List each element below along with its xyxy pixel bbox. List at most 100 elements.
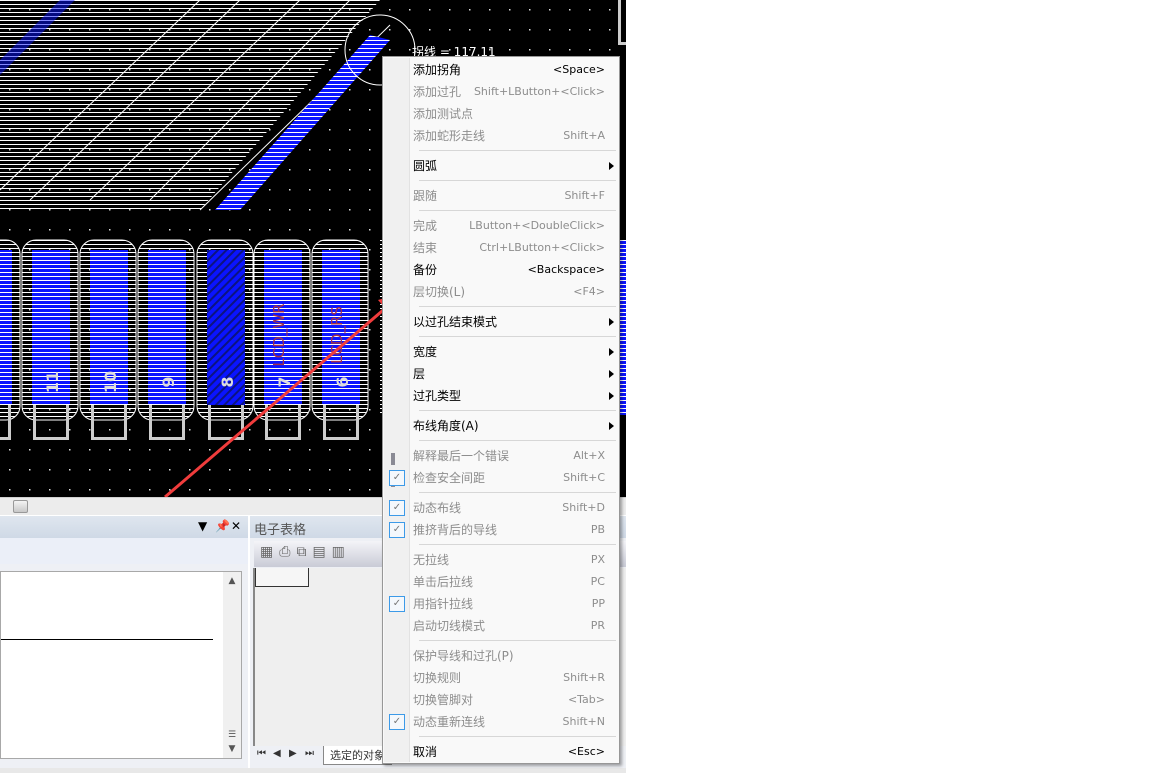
- next-sheet-icon[interactable]: ▶: [289, 748, 297, 759]
- pad-number-label: 10: [101, 371, 120, 393]
- menu-item[interactable]: ✓ 用指针拉线 PP: [383, 593, 619, 615]
- pad[interactable]: [79, 239, 137, 440]
- menu-item[interactable]: 保护导线和过孔(P): [383, 645, 619, 667]
- menu-item[interactable]: ✓ 推挤背后的导线 PB: [383, 519, 619, 541]
- menu-item-label: 推挤背后的导线: [413, 523, 498, 537]
- menu-item-shortcut: Shift+R: [563, 671, 605, 684]
- checkmark-icon: ✓: [389, 714, 405, 730]
- pad-number-label: 11: [43, 371, 62, 393]
- menu-item[interactable]: 无拉线 PX: [383, 549, 619, 571]
- menu-item[interactable]: ✓ 检查安全间距 Shift+C: [383, 467, 619, 489]
- menu-item[interactable]: 跟随 Shift+F: [383, 185, 619, 207]
- menu-item-label: 解释最后一个错误: [413, 449, 510, 463]
- menu-item-label: 添加蛇形走线: [413, 129, 486, 143]
- menu-separator: [419, 640, 616, 641]
- menu-item-label: 单击后拉线: [413, 575, 474, 589]
- menu-item[interactable]: 添加测试点: [383, 103, 619, 125]
- export-icon[interactable]: ▦: [260, 544, 279, 560]
- first-sheet-icon[interactable]: ⏮: [257, 748, 266, 759]
- close-icon[interactable]: ✕: [231, 519, 241, 533]
- menu-item[interactable]: 单击后拉线 PC: [383, 571, 619, 593]
- menu-item-shortcut: <Backspace>: [527, 263, 605, 276]
- menu-item-label: 切换规则: [413, 671, 462, 685]
- submenu-arrow-icon: [609, 422, 614, 430]
- pad[interactable]: [0, 239, 21, 440]
- pad[interactable]: [137, 239, 195, 440]
- table-icon[interactable]: ▥: [332, 544, 351, 560]
- menu-item-shortcut: Shift+C: [563, 471, 605, 484]
- grid-cell[interactable]: [255, 568, 309, 587]
- checkmark-icon: ✓: [389, 596, 405, 612]
- menu-item[interactable]: ✓ 动态布线 Shift+D: [383, 497, 619, 519]
- menu-separator: [419, 150, 616, 151]
- menu-separator: [419, 544, 616, 545]
- menu-item[interactable]: 切换管脚对 <Tab>: [383, 689, 619, 711]
- context-menu: 添加拐角 <Space> 添加过孔 Shift+LButton+<Click> 添加测试…: [382, 56, 620, 764]
- menu-item-label: 圆弧: [413, 159, 438, 173]
- menu-item[interactable]: 以过孔结束模式: [383, 311, 619, 333]
- menu-item-label: 切换管脚对: [413, 693, 474, 707]
- menu-item-label: 布线角度(A): [413, 419, 479, 433]
- prev-sheet-icon[interactable]: ◀: [273, 748, 281, 759]
- paste-icon[interactable]: ▤: [312, 544, 331, 560]
- menu-item[interactable]: ✓ 动态重新连线 Shift+N: [383, 711, 619, 733]
- menu-item-label: 宽度: [413, 345, 438, 359]
- copy-icon[interactable]: ⧉: [296, 544, 312, 560]
- menu-item-label: 取消: [413, 745, 438, 759]
- menu-item[interactable]: 结束 Ctrl+LButton+<Click>: [383, 237, 619, 259]
- menu-item[interactable]: 层切换(L) <F4>: [383, 281, 619, 303]
- menu-item-label: 动态布线: [413, 501, 462, 515]
- menu-separator: [419, 736, 616, 737]
- menu-item[interactable]: 启动切线模式 PR: [383, 615, 619, 637]
- pad-number-label: 8: [218, 376, 237, 387]
- menu-item[interactable]: 布线角度(A): [383, 415, 619, 437]
- menu-item[interactable]: 圆弧: [383, 155, 619, 177]
- divider: [1, 639, 213, 640]
- menu-separator: [419, 440, 616, 441]
- menu-item-label: 完成: [413, 219, 438, 233]
- menu-item-label: 启动切线模式: [413, 619, 486, 633]
- pin-icon[interactable]: 📌: [215, 519, 230, 533]
- dropdown-icon[interactable]: ▼: [198, 519, 207, 533]
- menu-item-shortcut: PB: [590, 523, 605, 536]
- menu-item-shortcut: PC: [590, 575, 605, 588]
- menu-item[interactable]: 完成 LButton+<DoubleClick>: [383, 215, 619, 237]
- menu-item[interactable]: 切换规则 Shift+R: [383, 667, 619, 689]
- menu-item[interactable]: 解释最后一个错误 Alt+X: [383, 445, 619, 487]
- menu-item[interactable]: 层: [383, 363, 619, 385]
- menu-item[interactable]: 宽度: [383, 341, 619, 363]
- menu-item-shortcut: PR: [590, 619, 605, 632]
- menu-item[interactable]: 取消 <Esc>: [383, 741, 619, 763]
- menu-item-shortcut: <Space>: [553, 63, 605, 76]
- print-icon[interactable]: ⎙: [279, 544, 296, 560]
- menu-separator: [419, 410, 616, 411]
- menu-item-label: 过孔类型: [413, 389, 462, 403]
- menu-item-shortcut: Shift+A: [563, 129, 605, 142]
- pad[interactable]: [196, 239, 254, 440]
- menu-item[interactable]: 过孔类型: [383, 385, 619, 407]
- menu-item-label: 层: [413, 367, 426, 381]
- menu-item-label: 检查安全间距: [413, 471, 486, 485]
- pad[interactable]: [21, 239, 79, 440]
- menu-item-shortcut: LButton+<DoubleClick>: [469, 219, 605, 232]
- menu-item-shortcut: <Esc>: [567, 745, 605, 758]
- pad-number-label: 7: [275, 376, 294, 387]
- menu-item-shortcut: Shift+N: [562, 715, 605, 728]
- output-panel: ▼ 📌 ✕ ▲ ☰ ▼: [0, 516, 248, 768]
- scrollbar-thumb[interactable]: [13, 500, 28, 513]
- menu-item[interactable]: 添加过孔 Shift+LButton+<Click>: [383, 81, 619, 103]
- last-sheet-icon[interactable]: ⏭: [305, 748, 314, 759]
- menu-item-label: 备份: [413, 263, 438, 277]
- vertical-scrollbar[interactable]: ▲ ☰ ▼: [223, 572, 241, 758]
- menu-separator: [419, 492, 616, 493]
- submenu-arrow-icon: [609, 348, 614, 356]
- menu-item-shortcut: PP: [591, 597, 605, 610]
- output-area[interactable]: ▲ ☰ ▼: [0, 571, 242, 759]
- menu-item-shortcut: Ctrl+LButton+<Click>: [479, 241, 605, 254]
- menu-item-shortcut: Shift+LButton+<Click>: [473, 85, 605, 98]
- menu-item-label: 保护导线和过孔(P): [413, 649, 514, 663]
- checkmark-icon: ✓: [389, 522, 405, 538]
- menu-item[interactable]: 添加蛇形走线 Shift+A: [383, 125, 619, 147]
- menu-item[interactable]: 添加拐角 <Space>: [383, 59, 619, 81]
- menu-item[interactable]: 备份 <Backspace>: [383, 259, 619, 281]
